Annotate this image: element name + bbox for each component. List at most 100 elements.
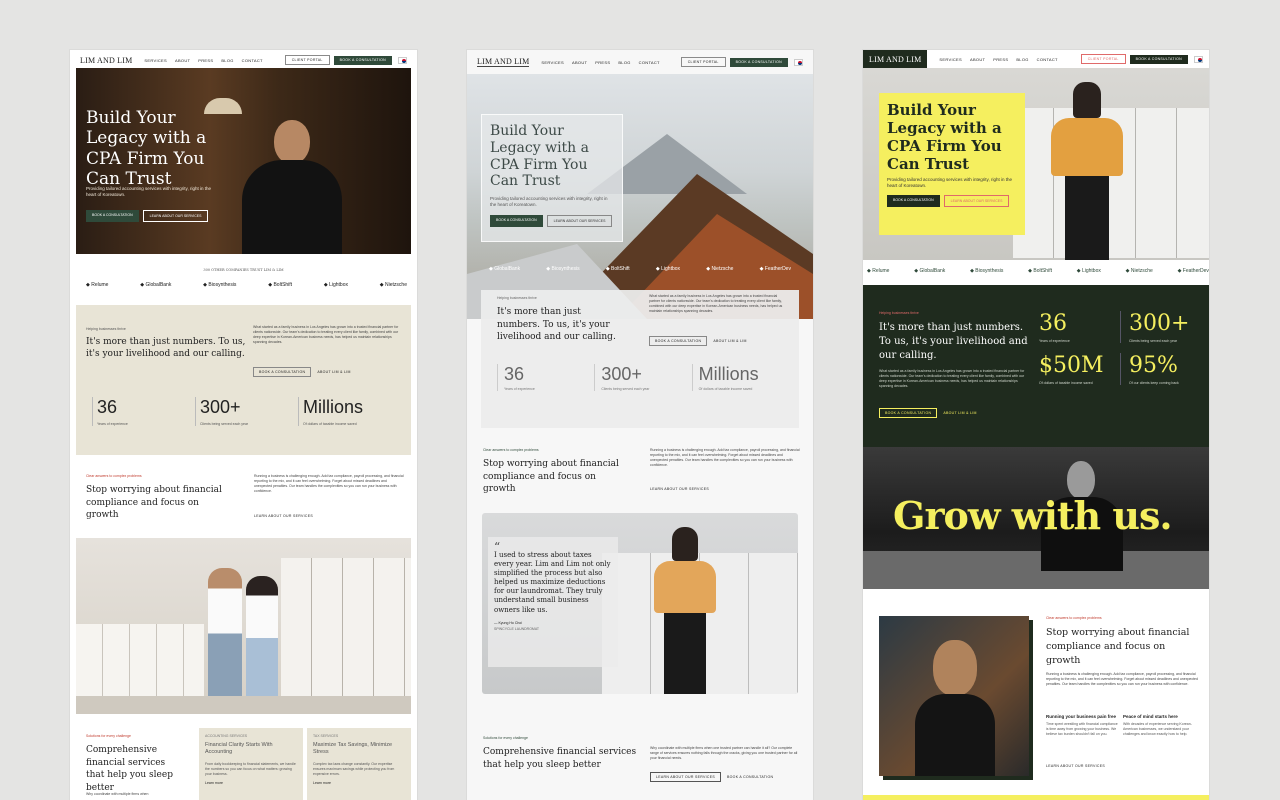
problems-link[interactable]: LEARN ABOUT OUR SERVICES (650, 487, 709, 491)
problems-link[interactable]: LEARN ABOUT OUR SERVICES (1046, 764, 1105, 768)
nav-services[interactable]: SERVICES (144, 58, 167, 63)
book-consultation-button[interactable]: BOOK A CONSULTATION (333, 55, 392, 65)
logo-relume: Relume (867, 268, 889, 274)
nav-links: SERVICES ABOUT PRESS BLOG CONTACT (144, 58, 284, 63)
woman-figure (1051, 82, 1123, 260)
logo-lightbox: Lightbox (656, 266, 680, 272)
solutions-body: Why coordinate with multiple firms when (86, 792, 149, 796)
logo-nietzsche: Nietzsche (380, 282, 407, 288)
logo[interactable]: LIM AND LIM (863, 50, 928, 69)
nav-links: SERVICES ABOUT PRESS BLOG CONTACT (541, 60, 680, 65)
client-portal-button[interactable]: CLIENT PORTAL (284, 55, 330, 65)
stats-row: 36 Years of experience 300+ Clients bein… (497, 364, 789, 391)
nav-blog[interactable]: BLOG (221, 58, 233, 63)
floor (76, 696, 411, 714)
nav-services[interactable]: SERVICES (939, 57, 962, 62)
client-portal-button[interactable]: CLIENT PORTAL (1080, 54, 1126, 64)
logo[interactable]: LIM AND LIM (80, 56, 132, 65)
logo-featherdev: FeatherDev (1178, 268, 1209, 274)
grow-banner: Grow with us. (863, 447, 1209, 589)
quote-card: “ I used to stress about taxes every yea… (488, 537, 618, 667)
nav-press[interactable]: PRESS (595, 60, 610, 65)
solutions-body: Why coordinate with multiple firms when … (650, 746, 798, 761)
korea-flag-icon[interactable] (1194, 55, 1203, 63)
kitchen-counter (863, 551, 1209, 589)
logo-biosynthesis: Biosynthesis (203, 282, 236, 288)
nav-press[interactable]: PRESS (198, 58, 213, 63)
problems-link[interactable]: LEARN ABOUT OUR SERVICES (254, 514, 313, 518)
about-body: What started as a family business in Los… (649, 294, 783, 313)
client-portal-button[interactable]: CLIENT PORTAL (680, 57, 726, 67)
nav-services[interactable]: SERVICES (541, 60, 564, 65)
hero-image: Build Your Legacy with a CPA Firm You Ca… (76, 68, 411, 254)
logo-biosynthesis: Biosynthesis (546, 266, 580, 272)
about-body: What started as a family business in Los… (253, 325, 399, 344)
about-link[interactable]: ABOUT LIM & LIM (943, 411, 976, 415)
testimonial-image: “ I used to stress about taxes every yea… (482, 513, 798, 694)
about-link[interactable]: ABOUT LIM & LIM (713, 339, 746, 343)
mockup-classic: LIM AND LIM SERVICES ABOUT PRESS BLOG CO… (70, 50, 417, 800)
feature-pain-free: Running your business pain free Time spe… (1046, 714, 1118, 736)
nav-blog[interactable]: BLOG (1016, 57, 1028, 62)
about-label: Helping businesses thrive (497, 296, 537, 300)
korea-flag-icon[interactable] (398, 56, 407, 64)
hero-services-button[interactable]: LEARN ABOUT OUR SERVICES (142, 210, 209, 222)
logo[interactable]: LIM AND LIM (477, 57, 530, 67)
logo-boltshift: BoltShift (606, 266, 630, 272)
quote-text: I used to stress about taxes every year.… (494, 551, 611, 614)
about-cta-row: BOOK A CONSULTATION ABOUT LIM & LIM (649, 336, 747, 346)
about-book-button[interactable]: BOOK A CONSULTATION (879, 408, 938, 418)
hero-cta-row: BOOK A CONSULTATION LEARN ABOUT OUR SERV… (490, 214, 614, 227)
couple-figure (206, 568, 282, 714)
hero-title: Build Your Legacy with a CPA Firm You Ca… (887, 101, 1002, 173)
logo-boltshift: BoltShift (1028, 268, 1052, 274)
quote-author: — Kyung Ho Choi (494, 620, 523, 625)
nav-about[interactable]: ABOUT (175, 58, 190, 63)
washers-right (281, 558, 411, 698)
book-consultation-button[interactable]: BOOK A CONSULTATION (729, 57, 788, 67)
about-section: Helping businesses thrive It's more than… (863, 285, 1209, 447)
about-label: Helping businesses thrive (86, 327, 126, 331)
about-book-button[interactable]: BOOK A CONSULTATION (649, 336, 708, 346)
hero-yellow-card: Build Your Legacy with a CPA Firm You Ca… (879, 93, 1025, 235)
stat-clients: 300+ Clients being served each year (594, 364, 691, 391)
about-label: Helping businesses thrive (879, 311, 919, 315)
stats-row: 36 Years of experience 300+ Clients bein… (92, 397, 401, 426)
hero-image: Build Your Legacy with a CPA Firm You Ca… (863, 68, 1209, 260)
korea-flag-icon[interactable] (794, 58, 803, 66)
about-heading: It's more than just numbers. To us, it's… (497, 307, 616, 343)
problems-label: Clear answers to complex problems (483, 448, 539, 452)
hero-book-button[interactable]: BOOK A CONSULTATION (86, 210, 139, 222)
service-card-accounting[interactable]: ACCOUNTING SERVICES Financial Clarity St… (199, 728, 303, 800)
about-heading: It's more than just numbers. To us, it's… (86, 337, 246, 359)
navbar: LIM AND LIM SERVICES ABOUT PRESS BLOG CO… (70, 50, 417, 70)
trust-text: 300 OTHER COMPANIES TRUST LIM & LIM (203, 268, 284, 272)
nav-about[interactable]: ABOUT (572, 60, 587, 65)
woman-figure (654, 527, 716, 694)
stat-savings: Millions Of dollars of taxable income sa… (691, 364, 789, 391)
solutions-label: Solutions for every challenge (86, 734, 131, 738)
nav-press[interactable]: PRESS (993, 57, 1008, 62)
hero-services-button[interactable]: LEARN ABOUT OUR SERVICES (546, 214, 613, 227)
hero-subtitle: Providing tailored accounting services w… (887, 177, 1012, 189)
laundromat-image (76, 538, 411, 714)
logo-biosynthesis: Biosynthesis (970, 268, 1003, 274)
nav-blog[interactable]: BLOG (618, 60, 630, 65)
problems-body: Running a business is challenging enough… (254, 474, 404, 494)
service-card-tax[interactable]: TAX SERVICES Maximize Tax Savings, Minim… (307, 728, 411, 800)
logo-globalbank: GlobalBank (489, 266, 520, 272)
solutions-book-link[interactable]: BOOK A CONSULTATION (727, 775, 773, 779)
about-book-button[interactable]: BOOK A CONSULTATION (253, 367, 312, 377)
solutions-services-button[interactable]: LEARN ABOUT OUR SERVICES (650, 772, 722, 782)
hero-book-button[interactable]: BOOK A CONSULTATION (887, 194, 940, 207)
logo-globalbank: GlobalBank (914, 268, 945, 274)
nav-about[interactable]: ABOUT (970, 57, 985, 62)
hero-services-button[interactable]: LEARN ABOUT OUR SERVICES (943, 194, 1010, 207)
navbar: LIM AND LIM SERVICES ABOUT PRESS BLOG CO… (467, 50, 813, 74)
nav-contact[interactable]: CONTACT (242, 58, 263, 63)
book-consultation-button[interactable]: BOOK A CONSULTATION (1129, 54, 1188, 64)
about-link[interactable]: ABOUT LIM & LIM (317, 370, 350, 374)
nav-contact[interactable]: CONTACT (639, 60, 660, 65)
nav-contact[interactable]: CONTACT (1037, 57, 1058, 62)
hero-book-button[interactable]: BOOK A CONSULTATION (490, 214, 543, 227)
